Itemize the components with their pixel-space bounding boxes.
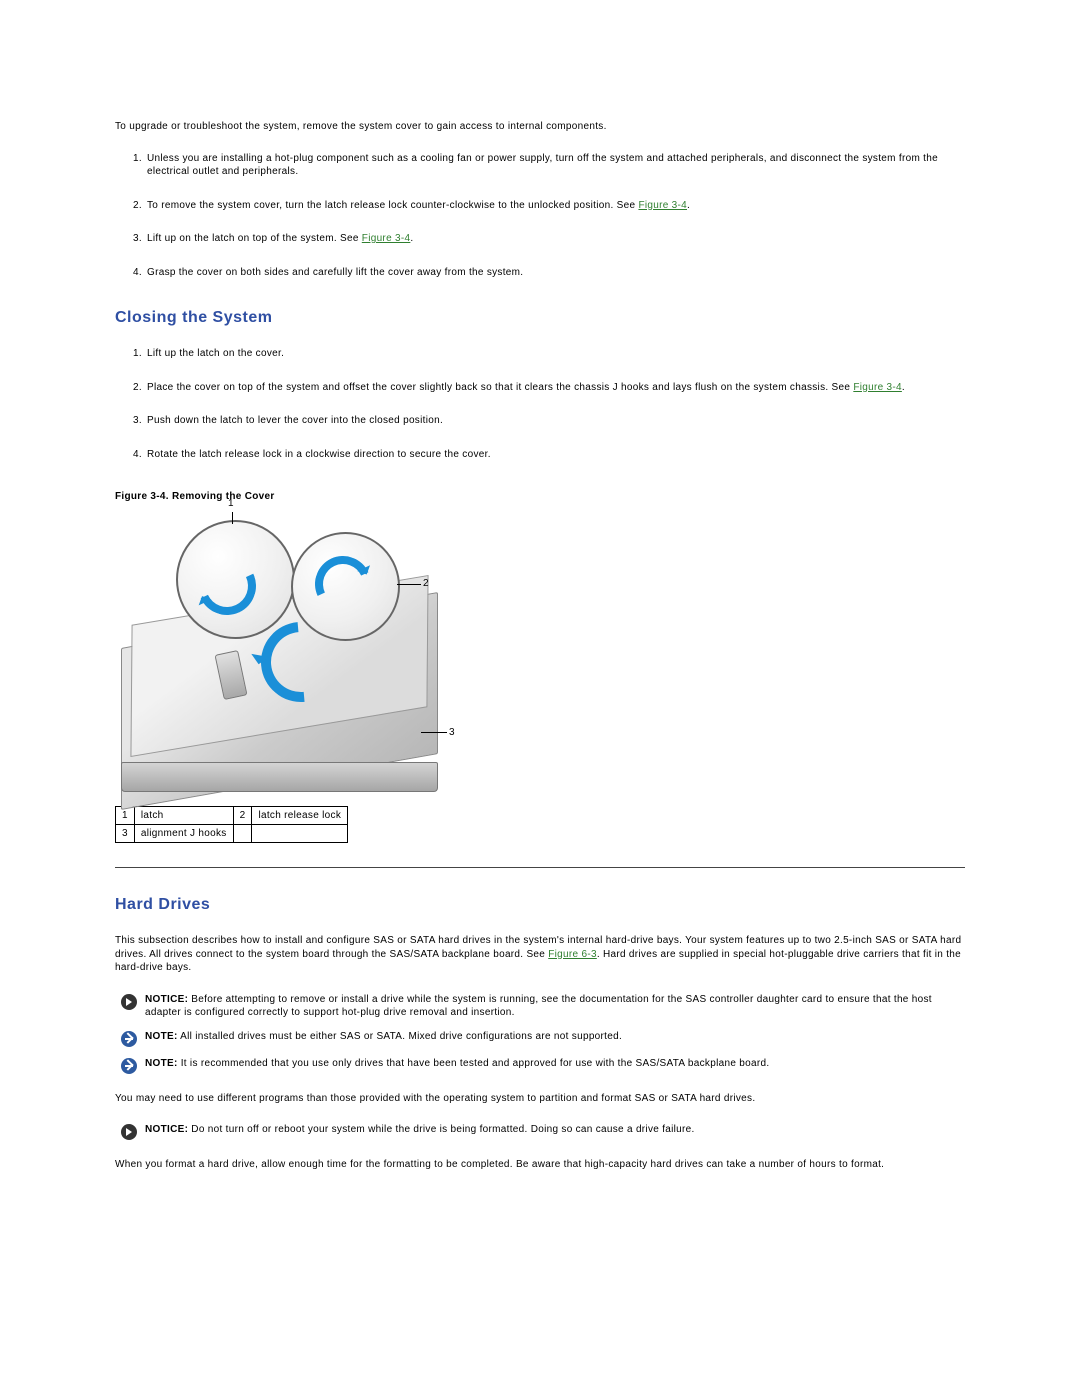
cell-empty: [252, 825, 348, 843]
close-step-1-text: Lift up the latch on the cover.: [147, 348, 284, 359]
table-row: 1 latch 2 latch release lock: [116, 807, 348, 825]
note-row: NOTE: All installed drives must be eithe…: [115, 1030, 965, 1047]
close-step-4: Rotate the latch release lock in a clock…: [145, 448, 965, 462]
figure-link[interactable]: Figure 3-4: [638, 200, 687, 211]
leader-line: [421, 732, 447, 733]
callout-circle-2: [291, 532, 400, 641]
figure-3-4-illustration: 1 2 3: [121, 512, 451, 792]
callout-circle-1: [176, 520, 295, 639]
note-label: NOTE:: [145, 1058, 178, 1069]
hard-drives-heading: Hard Drives: [115, 896, 965, 914]
close-step-2b: .: [902, 382, 905, 393]
note-text: NOTE: All installed drives must be eithe…: [145, 1030, 965, 1044]
open-step-2a: To remove the system cover, turn the lat…: [147, 200, 638, 211]
notice-icon: [121, 1124, 137, 1140]
leader-line: [397, 584, 421, 585]
close-step-3-text: Push down the latch to lever the cover i…: [147, 415, 443, 426]
closing-steps-list: Lift up the latch on the cover. Place th…: [115, 347, 965, 461]
notice-text: NOTICE: Do not turn off or reboot your s…: [145, 1123, 965, 1137]
notice-row: NOTICE: Before attempting to remove or i…: [115, 993, 965, 1020]
opening-steps-list: Unless you are installing a hot-plug com…: [115, 152, 965, 280]
open-step-4: Grasp the cover on both sides and carefu…: [145, 266, 965, 280]
open-step-2: To remove the system cover, turn the lat…: [145, 199, 965, 213]
notice-text: NOTICE: Before attempting to remove or i…: [145, 993, 965, 1020]
parts-table: 1 latch 2 latch release lock 3 alignment…: [115, 806, 348, 843]
section-divider: [115, 867, 965, 868]
notice1-body: Before attempting to remove or install a…: [145, 994, 932, 1019]
open-step-3b: .: [410, 233, 413, 244]
cell-label: latch: [134, 807, 233, 825]
callout-3: 3: [449, 727, 455, 738]
note-label: NOTE:: [145, 1031, 178, 1042]
note-row: NOTE: It is recommended that you use onl…: [115, 1057, 965, 1074]
notice-icon: [121, 994, 137, 1010]
close-step-2a: Place the cover on top of the system and…: [147, 382, 853, 393]
arrow-icon: [307, 548, 379, 620]
figure-caption: Figure 3-4. Removing the Cover: [115, 491, 965, 502]
intro-text: To upgrade or troubleshoot the system, r…: [115, 120, 965, 134]
notice-row: NOTICE: Do not turn off or reboot your s…: [115, 1123, 965, 1140]
figure-link[interactable]: Figure 3-4: [362, 233, 411, 244]
leader-line: [232, 512, 233, 524]
callout-2: 2: [423, 578, 429, 589]
notice-label: NOTICE:: [145, 994, 188, 1005]
cell-num: 2: [233, 807, 252, 825]
cell-label: latch release lock: [252, 807, 348, 825]
closing-heading: Closing the System: [115, 309, 965, 327]
hd-intro: This subsection describes how to install…: [115, 934, 965, 975]
notice2-body: Do not turn off or reboot your system wh…: [188, 1124, 694, 1135]
open-step-1-text: Unless you are installing a hot-plug com…: [147, 153, 938, 178]
open-step-3: Lift up on the latch on top of the syste…: [145, 232, 965, 246]
close-step-1: Lift up the latch on the cover.: [145, 347, 965, 361]
note-icon: [121, 1058, 137, 1074]
open-step-4-text: Grasp the cover on both sides and carefu…: [147, 267, 523, 278]
hd-mid-text: You may need to use different programs t…: [115, 1092, 965, 1106]
hd-end-text: When you format a hard drive, allow enou…: [115, 1158, 965, 1172]
document-page: To upgrade or troubleshoot the system, r…: [0, 0, 1080, 1397]
table-row: 3 alignment J hooks: [116, 825, 348, 843]
callout-1: 1: [228, 498, 234, 509]
note1-body: All installed drives must be either SAS …: [178, 1031, 622, 1042]
figure-link[interactable]: Figure 3-4: [853, 382, 902, 393]
note2-body: It is recommended that you use only driv…: [178, 1058, 770, 1069]
cell-num: 3: [116, 825, 135, 843]
open-step-3a: Lift up on the latch on top of the syste…: [147, 233, 362, 244]
open-step-1: Unless you are installing a hot-plug com…: [145, 152, 965, 179]
note-text: NOTE: It is recommended that you use onl…: [145, 1057, 965, 1071]
server-front-shape: [121, 762, 438, 792]
note-icon: [121, 1031, 137, 1047]
arrow-icon: [190, 549, 264, 623]
close-step-3: Push down the latch to lever the cover i…: [145, 414, 965, 428]
notice-label: NOTICE:: [145, 1124, 188, 1135]
figure-link[interactable]: Figure 6-3: [548, 949, 597, 960]
close-step-2: Place the cover on top of the system and…: [145, 381, 965, 395]
cell-empty: [233, 825, 252, 843]
cell-label: alignment J hooks: [134, 825, 233, 843]
close-step-4-text: Rotate the latch release lock in a clock…: [147, 449, 491, 460]
open-step-2b: .: [687, 200, 690, 211]
